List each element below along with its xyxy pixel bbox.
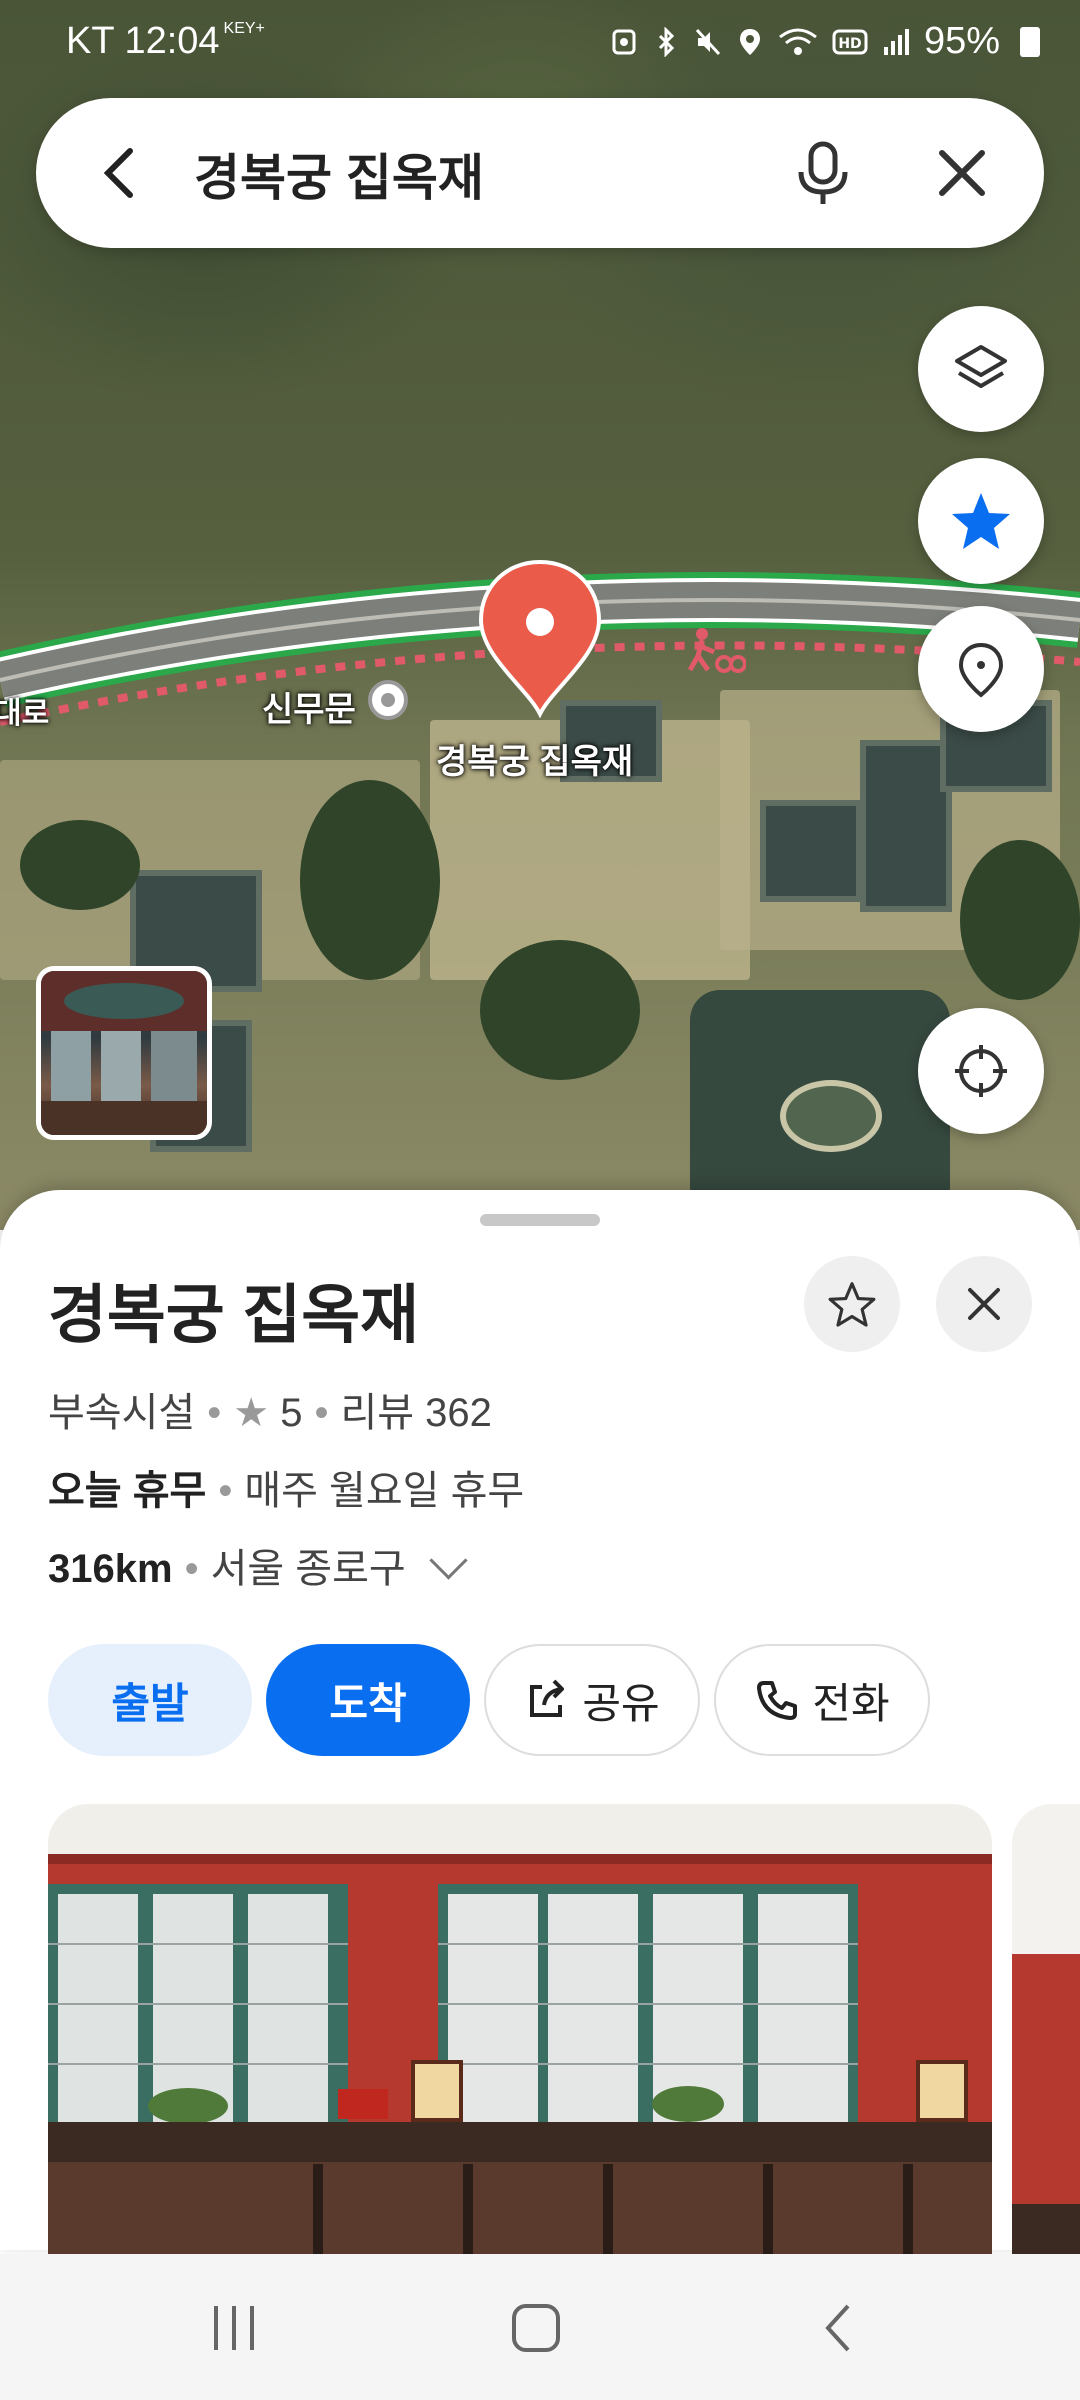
battery-icon [1020, 26, 1040, 57]
search-bar[interactable]: 경복궁 집옥재 [36, 98, 1044, 248]
distance-row[interactable]: 316km • 서울 종로구 [48, 1536, 468, 1594]
pedestrian-icon [687, 628, 746, 673]
depart-button[interactable]: 출발 [48, 1644, 252, 1756]
place-details-sheet[interactable]: 경복궁 집옥재 부속시설 • ★ 5 • 리뷰 362 오늘 휴무 • 매주 월요일 휴무 … [0, 1190, 1080, 2264]
sheet-drag-handle[interactable] [480, 1214, 600, 1226]
star-icon [952, 493, 1010, 549]
close-icon[interactable] [932, 143, 992, 203]
clock: 12:04 [124, 20, 220, 62]
search-query[interactable]: 경복궁 집옥재 [194, 138, 484, 210]
hours-row: 오늘 휴무 • 매주 월요일 휴무 [48, 1469, 525, 1513]
thumbnail-image [41, 971, 207, 1135]
saved-places-button[interactable] [918, 606, 1044, 732]
status-bar: KT 12:04 KEY+ HD 95% [0, 0, 1080, 84]
system-navigation-bar [0, 2254, 1080, 2400]
layers-icon [955, 345, 1007, 388]
rating-star-icon: ★ [233, 1391, 270, 1435]
call-label: 전화 [812, 1679, 890, 1727]
place-photo-image [48, 1804, 992, 2264]
share-label: 공유 [582, 1679, 660, 1727]
svg-text:HD: HD [838, 36, 861, 52]
place-title: 경복궁 집옥재 [48, 1279, 420, 1351]
place-photo-next[interactable] [1012, 1804, 1080, 2264]
chevron-down-icon[interactable] [429, 1541, 468, 1580]
rating-value: 5 [280, 1391, 303, 1435]
category-rating-row: 부속시설 • ★ 5 • 리뷰 362 [48, 1391, 492, 1435]
wifi-icon [779, 28, 817, 55]
bluetooth-icon [658, 26, 675, 57]
back-icon[interactable] [810, 2298, 870, 2358]
mute-icon [695, 28, 721, 55]
favorites-button[interactable] [918, 458, 1044, 584]
road-label: 대로 [0, 697, 50, 730]
back-arrow-icon[interactable] [92, 143, 152, 203]
gate-label[interactable]: 신무문 [262, 682, 356, 731]
close-icon [968, 1288, 1000, 1320]
share-icon [530, 1679, 565, 1717]
place-map-label[interactable]: 경복궁 집옥재 [436, 734, 633, 783]
review-count[interactable]: 리뷰 362 [340, 1391, 491, 1435]
home-icon[interactable] [506, 2298, 566, 2358]
star-outline-icon [828, 1282, 876, 1327]
battery-percent: 95% [923, 20, 1000, 62]
gate-poi-marker[interactable] [368, 680, 408, 720]
place-category: 부속시설 [48, 1391, 196, 1435]
screenshot-icon [612, 29, 636, 54]
place-pin-marker[interactable] [475, 558, 605, 718]
signal-icon [883, 28, 909, 55]
location-icon [739, 28, 760, 55]
place-photo-thumbnail[interactable] [36, 966, 212, 1140]
recent-apps-icon[interactable] [204, 2298, 264, 2358]
crosshair-icon [955, 1045, 1007, 1097]
my-location-button[interactable] [918, 1008, 1044, 1134]
arrive-button[interactable]: 도착 [266, 1644, 470, 1756]
call-button[interactable]: 전화 [714, 1644, 930, 1756]
distance: 316km [48, 1547, 173, 1591]
key-label: KEY+ [223, 20, 265, 37]
microphone-icon[interactable] [788, 138, 858, 208]
hours-status: 오늘 휴무 [48, 1469, 207, 1513]
hours-note: 매주 월요일 휴무 [244, 1469, 525, 1513]
close-sheet-button[interactable] [936, 1256, 1032, 1352]
layers-button[interactable] [918, 306, 1044, 432]
share-button[interactable]: 공유 [484, 1644, 700, 1756]
carrier-label: KT [66, 20, 114, 62]
hd-voice-icon: HD [832, 29, 868, 54]
location-pin-icon [958, 642, 1004, 698]
save-favorite-button[interactable] [804, 1256, 900, 1352]
phone-icon [757, 1681, 798, 1720]
region: 서울 종로구 [210, 1547, 406, 1591]
place-photo[interactable] [48, 1804, 992, 2264]
